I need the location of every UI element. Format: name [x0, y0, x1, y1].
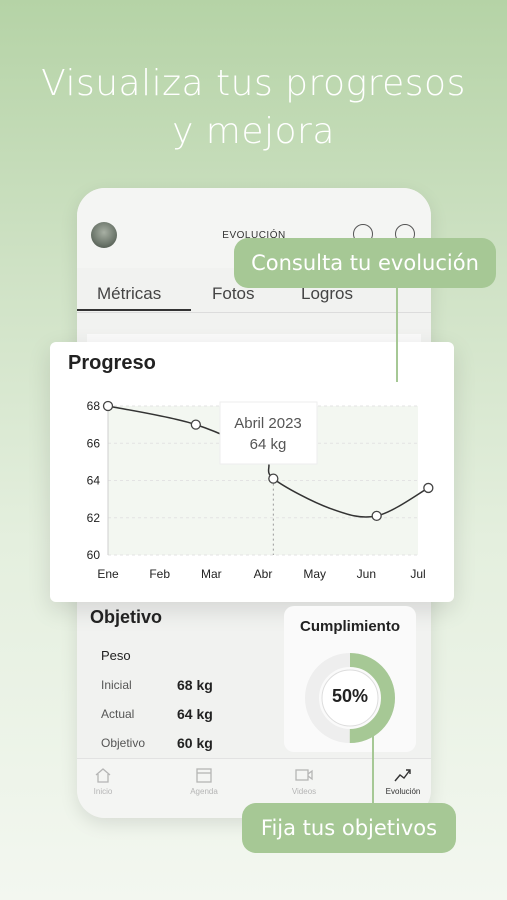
row-label-actual: Actual: [101, 707, 135, 721]
progress-chart: 68 66 64 62 60 Ene Feb Mar Abr May Jun Jul Abril 202…: [87, 399, 434, 581]
home-icon: [95, 768, 111, 783]
nav-item-videos[interactable]: Videos: [269, 767, 339, 796]
callout-bottom-connector: [372, 735, 374, 809]
cumplimiento-value: 50%: [331, 686, 369, 706]
data-point: [268, 473, 279, 484]
callout-bottom: Fija tus objetivos: [242, 803, 456, 853]
nav-item-agenda[interactable]: Agenda: [169, 767, 239, 796]
data-point: [102, 400, 114, 412]
tooltip-line-1: Abril 2023: [234, 415, 302, 432]
data-point: [423, 482, 434, 494]
tooltip-box: [219, 401, 318, 465]
nav-item-evolucion[interactable]: Evolución: [368, 767, 431, 796]
nav-label-agenda: Agenda: [190, 787, 218, 796]
objetivo-title: Objetivo: [90, 607, 163, 627]
callout-top-connector: [396, 282, 398, 382]
active-tab-indicator: [77, 309, 191, 311]
cumplimiento-title: Cumplimiento: [300, 618, 400, 635]
x-tick-label: May: [303, 567, 326, 581]
headline-line-2: y mejora: [172, 111, 335, 152]
headline: Visualiza tus progresos y mejora: [0, 60, 507, 156]
x-tick-label: Mar: [201, 567, 222, 581]
nav-item-inicio[interactable]: Inicio: [77, 767, 138, 796]
y-tick-label: 68: [87, 399, 101, 413]
video-icon: [295, 769, 313, 781]
nav-label-inicio: Inicio: [93, 787, 113, 796]
x-tick-label: Jul: [410, 567, 425, 581]
tooltip-line-2: 64 kg: [250, 436, 287, 453]
row-value-actual: 64 kg: [177, 706, 213, 722]
row-label-objetivo: Objetivo: [101, 736, 146, 750]
nav-label-videos: Videos: [291, 787, 317, 796]
tab-metricas[interactable]: Métricas: [97, 284, 161, 304]
y-tick-label: 62: [87, 511, 101, 525]
y-tick-label: 60: [87, 548, 101, 562]
x-tick-label: Ene: [97, 567, 119, 581]
calendar-icon: [196, 768, 212, 783]
y-tick-label: 66: [87, 436, 101, 450]
x-tick-label: Abr: [254, 567, 273, 581]
nav-label-evolucion: Evolución: [385, 787, 421, 796]
callout-top: Consulta tu evolución: [234, 238, 496, 288]
row-value-objetivo: 60 kg: [177, 735, 213, 751]
objetivo-card: Objetivo Peso Inicial 68 kg Actual 64 kg…: [85, 602, 271, 754]
x-tick-label: Jun: [357, 567, 376, 581]
y-tick-label: 64: [87, 474, 101, 488]
objetivo-subtitle: Peso: [101, 648, 131, 663]
row-value-inicial: 68 kg: [177, 677, 213, 693]
cumplimiento-card: Cumplimiento 50%: [284, 606, 416, 752]
headline-line-1: Visualiza tus progresos: [41, 63, 466, 104]
progress-chart-card: Progreso 68 66 64 62 60 Ene Feb Mar Abr May Jun Jul…: [50, 342, 454, 602]
data-point: [371, 510, 382, 522]
row-label-inicial: Inicial: [101, 678, 132, 692]
chart-icon: [394, 769, 411, 782]
data-point: [190, 419, 201, 430]
x-tick-label: Feb: [149, 567, 170, 581]
